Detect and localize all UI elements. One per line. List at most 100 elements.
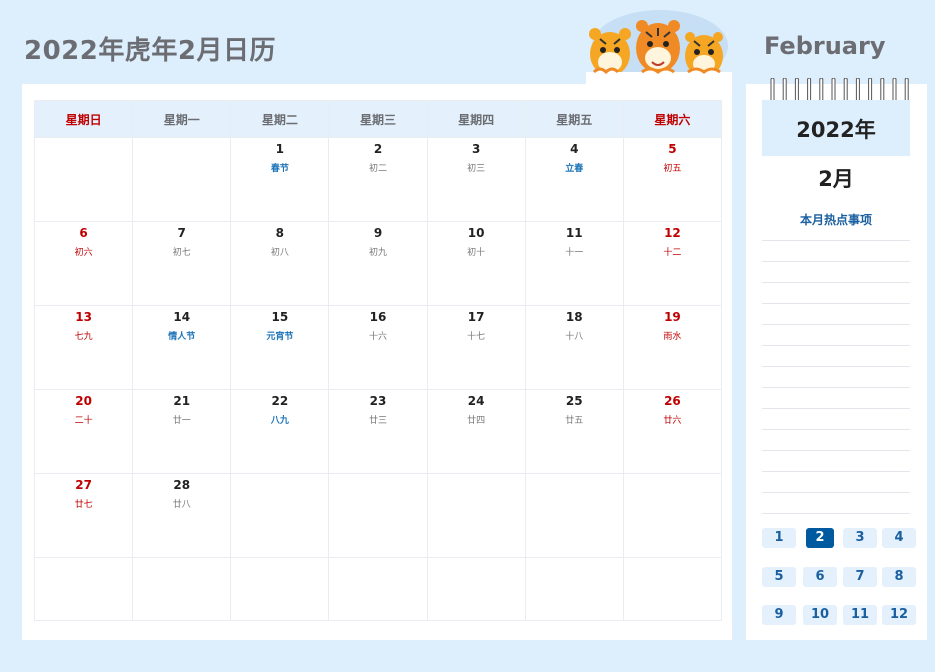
lunar-date: 初五 [663,164,682,174]
day-number: 24 [467,394,485,408]
note-line [762,303,910,304]
day-number: 19 [664,310,681,324]
month-tab-4[interactable]: 4 [882,528,916,548]
calendar-day-cell [230,473,330,558]
lunar-date: 十二 [663,248,682,258]
note-line [762,345,910,346]
day-number: 1 [275,142,285,156]
calendar-day-cell: 15 元宵节 [230,305,330,390]
weekday-header: 星期六 [622,100,723,138]
lunar-date: 十一 [565,248,584,258]
day-number: 9 [373,226,383,240]
calendar-week-row: 1 春节 2 初二 3 初三 4 立春 5 初五 [33,137,723,222]
note-line [762,366,910,367]
lunar-date: 初十 [467,248,486,258]
month-tab-9[interactable]: 9 [762,605,796,625]
lunar-date: 廿八 [172,500,191,510]
lunar-date: 十八 [565,332,584,342]
lunar-date: 廿六 [663,416,682,426]
calendar-day-cell [622,473,723,558]
calendar-day-cell [132,557,232,621]
lunar-date: 雨水 [663,332,682,342]
calendar-day-cell: 3 初三 [426,137,526,222]
lunar-date: 初二 [368,164,387,174]
lunar-date: 初六 [74,248,93,258]
calendar-day-cell: 25 廿五 [524,389,624,474]
note-line [762,492,910,493]
spiral-ring [819,78,824,103]
month-tab-12[interactable]: 12 [882,605,916,625]
festival-label: 元宵节 [266,332,294,342]
sidebar-year: 2022年 [796,118,876,142]
note-line [762,408,910,409]
spiral-ring [843,78,848,103]
month-tab-1[interactable]: 1 [762,528,796,548]
calendar-day-cell: 16 十六 [328,305,428,390]
calendar-day-cell [230,557,330,621]
festival-label: 立春 [565,164,584,174]
sidebar-hot-events-label: 本月热点事项 [799,213,872,227]
lunar-date: 初九 [368,248,387,258]
festival-label: 情人节 [168,332,196,342]
month-tab-7[interactable]: 7 [843,567,877,587]
day-number: 25 [565,394,583,408]
day-number: 14 [173,310,191,324]
calendar-day-cell [524,473,624,558]
lunar-date: 初三 [467,164,486,174]
month-tab-8[interactable]: 8 [882,567,916,587]
calendar-day-cell: 4 立春 [524,137,624,222]
day-number: 2 [373,142,383,156]
day-number: 18 [565,310,583,324]
calendar-day-cell [33,137,134,222]
day-number: 11 [565,226,583,240]
day-number: 16 [369,310,387,324]
spiral-ring [807,78,812,103]
weekday-header: 星期五 [524,100,624,138]
calendar-day-cell: 23 廿三 [328,389,428,474]
day-number: 28 [173,478,191,492]
calendar-day-cell: 13 七九 [33,305,134,390]
note-line [762,240,910,241]
day-number: 6 [79,226,88,240]
note-line [762,513,910,514]
calendar-day-cell: 1 春节 [230,137,330,222]
lunar-date: 廿七 [74,500,93,510]
month-tab-3[interactable]: 3 [843,528,877,548]
note-line [762,387,910,388]
month-tab-5[interactable]: 5 [762,567,796,587]
weekday-header: 星期日 [33,100,134,138]
day-number: 20 [75,394,92,408]
weekday-header: 星期四 [426,100,526,138]
note-line [762,429,910,430]
day-number: 13 [75,310,92,324]
weekday-header: 星期一 [132,100,232,138]
calendar-day-cell: 17 十七 [426,305,526,390]
lunar-date: 二十 [74,416,93,426]
day-number: 17 [467,310,485,324]
month-tab-6[interactable]: 6 [803,567,837,587]
calendar-week-row: 13 七九 14 情人节 15 元宵节 16 十六 17 十七 18 十八 19 雨水 [33,305,723,390]
month-tab-10[interactable]: 10 [803,605,837,625]
calendar-day-cell: 6 初六 [33,221,134,306]
lunar-date: 七九 [74,332,93,342]
lunar-date: 廿四 [467,416,486,426]
calendar-day-cell [33,557,134,621]
festival-label: 春节 [270,164,289,174]
month-tab-2[interactable]: 2 [806,528,834,548]
calendar-day-cell: 12 十二 [622,221,723,306]
day-number: 12 [664,226,681,240]
weekday-header-row: 星期日 星期一 星期二 星期三 星期四 星期五 星期六 [33,100,723,138]
spiral-ring [892,78,897,103]
day-number: 4 [570,142,579,156]
calendar-day-cell: 5 初五 [622,137,723,222]
month-tab-11[interactable]: 11 [843,605,877,625]
calendar-day-cell [328,557,428,621]
calendar-day-cell: 21 廿一 [132,389,232,474]
lunar-date: 十七 [467,332,486,342]
spiral-ring [868,78,873,103]
day-number: 5 [668,142,677,156]
spiral-ring [831,78,836,103]
weekday-header: 星期三 [328,100,428,138]
calendar-week-row [33,557,723,621]
calendar-day-cell [328,473,428,558]
